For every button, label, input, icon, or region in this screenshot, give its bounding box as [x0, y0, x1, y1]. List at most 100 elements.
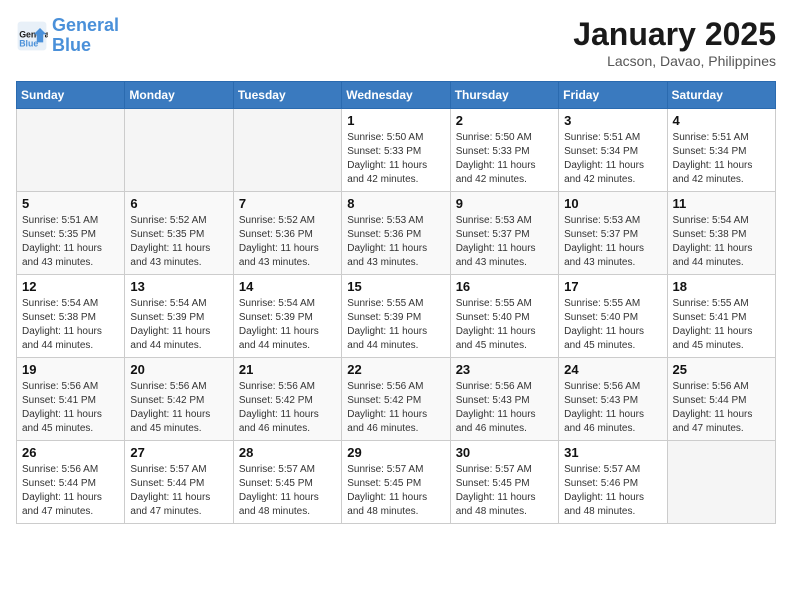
logo-icon: General Blue — [16, 20, 48, 52]
day-info: Sunrise: 5:55 AM Sunset: 5:41 PM Dayligh… — [673, 297, 770, 353]
day-info: Sunrise: 5:56 AM Sunset: 5:41 PM Dayligh… — [22, 380, 119, 436]
calendar-cell: 25Sunrise: 5:56 AM Sunset: 5:44 PM Dayli… — [667, 358, 775, 441]
calendar-cell: 23Sunrise: 5:56 AM Sunset: 5:43 PM Dayli… — [450, 358, 558, 441]
calendar-cell: 15Sunrise: 5:55 AM Sunset: 5:39 PM Dayli… — [342, 275, 450, 358]
day-number: 29 — [347, 445, 444, 460]
day-info: Sunrise: 5:54 AM Sunset: 5:39 PM Dayligh… — [130, 297, 227, 353]
day-info: Sunrise: 5:56 AM Sunset: 5:42 PM Dayligh… — [347, 380, 444, 436]
month-title: January 2025 — [573, 16, 776, 53]
day-info: Sunrise: 5:55 AM Sunset: 5:39 PM Dayligh… — [347, 297, 444, 353]
calendar-cell: 4 Sunrise: 5:51 AM Sunset: 5:34 PM Daylig… — [667, 109, 775, 192]
calendar-cell: 17 Sunrise: 5:55 AM Sunset: 5:40 PM Dayli… — [559, 275, 667, 358]
calendar-cell: 20 Sunrise: 5:56 AM Sunset: 5:42 PM Dayli… — [125, 358, 233, 441]
calendar-cell — [667, 441, 775, 524]
calendar-cell: 28 Sunrise: 5:57 AM Sunset: 5:45 PM Dayli… — [233, 441, 341, 524]
day-info: Sunrise: 5:53 AM Sunset: 5:37 PM Dayligh… — [564, 214, 661, 270]
day-info: Sunrise: 5:56 AM Sunset: 5:42 PM Dayligh… — [130, 380, 227, 436]
day-info: Sunrise: 5:54 AM Sunset: 5:38 PM Dayligh… — [673, 214, 770, 270]
day-number: 11 — [673, 196, 770, 211]
calendar-cell: 31 Sunrise: 5:57 AM Sunset: 5:46 PM Dayli… — [559, 441, 667, 524]
day-info: Sunrise: 5:54 AM Sunset: 5:38 PM Dayligh… — [22, 297, 119, 353]
day-number: 21 — [239, 362, 336, 377]
calendar-cell: 9 Sunrise: 5:53 AM Sunset: 5:37 PM Daylig… — [450, 192, 558, 275]
page-header: General Blue GeneralBlue January 2025 La… — [16, 16, 776, 69]
day-info: Sunrise: 5:57 AM Sunset: 5:46 PM Dayligh… — [564, 463, 661, 519]
day-number: 8 — [347, 196, 444, 211]
day-info: Sunrise: 5:55 AM Sunset: 5:40 PM Dayligh… — [564, 297, 661, 353]
day-info: Sunrise: 5:57 AM Sunset: 5:45 PM Dayligh… — [347, 463, 444, 519]
logo: General Blue GeneralBlue — [16, 16, 119, 56]
calendar-cell: 14 Sunrise: 5:54 AM Sunset: 5:39 PM Dayli… — [233, 275, 341, 358]
calendar-cell: 19 Sunrise: 5:56 AM Sunset: 5:41 PM Dayli… — [17, 358, 125, 441]
calendar-header-row: SundayMondayTuesdayWednesdayThursdayFrid… — [17, 82, 776, 109]
day-info: Sunrise: 5:51 AM Sunset: 5:35 PM Dayligh… — [22, 214, 119, 270]
calendar-cell: 24Sunrise: 5:56 AM Sunset: 5:43 PM Dayli… — [559, 358, 667, 441]
calendar-week-row: 12 Sunrise: 5:54 AM Sunset: 5:38 PM Dayli… — [17, 275, 776, 358]
day-info: Sunrise: 5:57 AM Sunset: 5:45 PM Dayligh… — [239, 463, 336, 519]
calendar-cell: 11 Sunrise: 5:54 AM Sunset: 5:38 PM Dayli… — [667, 192, 775, 275]
day-info: Sunrise: 5:54 AM Sunset: 5:39 PM Dayligh… — [239, 297, 336, 353]
day-number: 6 — [130, 196, 227, 211]
day-number: 7 — [239, 196, 336, 211]
day-number: 16 — [456, 279, 553, 294]
calendar-cell — [233, 109, 341, 192]
calendar-cell: 2Sunrise: 5:50 AM Sunset: 5:33 PM Daylig… — [450, 109, 558, 192]
calendar-cell: 6 Sunrise: 5:52 AM Sunset: 5:35 PM Daylig… — [125, 192, 233, 275]
calendar-cell: 18 Sunrise: 5:55 AM Sunset: 5:41 PM Dayli… — [667, 275, 775, 358]
day-number: 10 — [564, 196, 661, 211]
day-number: 17 — [564, 279, 661, 294]
calendar-cell: 26Sunrise: 5:56 AM Sunset: 5:44 PM Dayli… — [17, 441, 125, 524]
day-number: 31 — [564, 445, 661, 460]
calendar-cell: 21 Sunrise: 5:56 AM Sunset: 5:42 PM Dayli… — [233, 358, 341, 441]
day-number: 4 — [673, 113, 770, 128]
day-of-week-header: Tuesday — [233, 82, 341, 109]
calendar-week-row: 1 Sunrise: 5:50 AM Sunset: 5:33 PM Daylig… — [17, 109, 776, 192]
day-number: 12 — [22, 279, 119, 294]
calendar-cell: 22 Sunrise: 5:56 AM Sunset: 5:42 PM Dayli… — [342, 358, 450, 441]
day-number: 22 — [347, 362, 444, 377]
day-number: 13 — [130, 279, 227, 294]
calendar-cell — [125, 109, 233, 192]
day-number: 1 — [347, 113, 444, 128]
calendar-cell: 7 Sunrise: 5:52 AM Sunset: 5:36 PM Daylig… — [233, 192, 341, 275]
calendar-cell: 30Sunrise: 5:57 AM Sunset: 5:45 PM Dayli… — [450, 441, 558, 524]
calendar-week-row: 26Sunrise: 5:56 AM Sunset: 5:44 PM Dayli… — [17, 441, 776, 524]
day-info: Sunrise: 5:53 AM Sunset: 5:37 PM Dayligh… — [456, 214, 553, 270]
calendar-cell: 3Sunrise: 5:51 AM Sunset: 5:34 PM Daylig… — [559, 109, 667, 192]
day-number: 19 — [22, 362, 119, 377]
calendar-cell: 8 Sunrise: 5:53 AM Sunset: 5:36 PM Daylig… — [342, 192, 450, 275]
day-number: 9 — [456, 196, 553, 211]
calendar-cell: 27Sunrise: 5:57 AM Sunset: 5:44 PM Dayli… — [125, 441, 233, 524]
calendar-cell: 1 Sunrise: 5:50 AM Sunset: 5:33 PM Daylig… — [342, 109, 450, 192]
logo-text: GeneralBlue — [52, 16, 119, 56]
day-info: Sunrise: 5:56 AM Sunset: 5:44 PM Dayligh… — [673, 380, 770, 436]
day-number: 14 — [239, 279, 336, 294]
day-number: 3 — [564, 113, 661, 128]
day-number: 18 — [673, 279, 770, 294]
calendar-week-row: 19 Sunrise: 5:56 AM Sunset: 5:41 PM Dayli… — [17, 358, 776, 441]
day-info: Sunrise: 5:51 AM Sunset: 5:34 PM Dayligh… — [673, 131, 770, 187]
calendar-cell: 5Sunrise: 5:51 AM Sunset: 5:35 PM Daylig… — [17, 192, 125, 275]
day-number: 28 — [239, 445, 336, 460]
day-info: Sunrise: 5:50 AM Sunset: 5:33 PM Dayligh… — [347, 131, 444, 187]
day-info: Sunrise: 5:56 AM Sunset: 5:43 PM Dayligh… — [564, 380, 661, 436]
day-number: 2 — [456, 113, 553, 128]
calendar-week-row: 5Sunrise: 5:51 AM Sunset: 5:35 PM Daylig… — [17, 192, 776, 275]
title-block: January 2025 Lacson, Davao, Philippines — [573, 16, 776, 69]
day-info: Sunrise: 5:52 AM Sunset: 5:35 PM Dayligh… — [130, 214, 227, 270]
calendar-cell: 29 Sunrise: 5:57 AM Sunset: 5:45 PM Dayli… — [342, 441, 450, 524]
calendar-cell: 16 Sunrise: 5:55 AM Sunset: 5:40 PM Dayli… — [450, 275, 558, 358]
day-of-week-header: Thursday — [450, 82, 558, 109]
day-of-week-header: Wednesday — [342, 82, 450, 109]
day-info: Sunrise: 5:57 AM Sunset: 5:45 PM Dayligh… — [456, 463, 553, 519]
day-info: Sunrise: 5:56 AM Sunset: 5:42 PM Dayligh… — [239, 380, 336, 436]
day-info: Sunrise: 5:53 AM Sunset: 5:36 PM Dayligh… — [347, 214, 444, 270]
day-number: 27 — [130, 445, 227, 460]
day-info: Sunrise: 5:55 AM Sunset: 5:40 PM Dayligh… — [456, 297, 553, 353]
day-info: Sunrise: 5:56 AM Sunset: 5:44 PM Dayligh… — [22, 463, 119, 519]
calendar-table: SundayMondayTuesdayWednesdayThursdayFrid… — [16, 81, 776, 524]
day-info: Sunrise: 5:52 AM Sunset: 5:36 PM Dayligh… — [239, 214, 336, 270]
day-number: 20 — [130, 362, 227, 377]
day-info: Sunrise: 5:56 AM Sunset: 5:43 PM Dayligh… — [456, 380, 553, 436]
location: Lacson, Davao, Philippines — [573, 53, 776, 69]
